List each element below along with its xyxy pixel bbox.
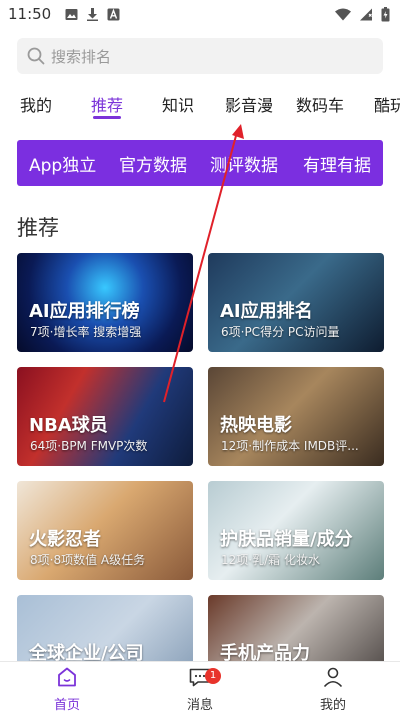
card-title: 热映电影: [220, 415, 292, 436]
status-notification-icons: [65, 7, 120, 21]
status-bar: 11:50: [0, 0, 400, 28]
search-placeholder: 搜索排名: [51, 47, 112, 66]
chip-review-data[interactable]: 测评数据: [210, 151, 278, 176]
download-icon: [87, 7, 99, 21]
card-hot-movies[interactable]: 热映电影 12项·制作成本 IMDB评...: [208, 367, 384, 466]
card-subtitle: 7项·增长率 搜索增强: [30, 325, 142, 339]
status-time: 11:50: [8, 5, 52, 23]
search-bar[interactable]: 搜索排名: [17, 38, 383, 74]
nav-messages[interactable]: 1 消息: [160, 666, 240, 711]
tab-recommend[interactable]: 推荐: [91, 92, 123, 116]
nav-label: 消息: [186, 698, 213, 711]
tab-media[interactable]: 影音漫: [225, 92, 273, 116]
unread-badge: 1: [205, 668, 221, 684]
section-title: 推荐: [17, 216, 59, 240]
bottom-navigation: 首页 1 消息 我的: [0, 661, 400, 711]
feature-chip-bar: App独立 官方数据 测评数据 有理有据: [17, 140, 383, 186]
battery-icon: [381, 6, 390, 21]
chip-official-data[interactable]: 官方数据: [119, 151, 187, 176]
nav-label: 我的: [319, 698, 346, 711]
a-icon: [107, 8, 120, 20]
card-subtitle: 64项·BPM FMVP次数: [30, 439, 148, 453]
card-title: NBA球员: [29, 415, 108, 436]
card-subtitle: 6项·PC得分 PC访问量: [221, 325, 340, 339]
card-title: 护肤品销量/成分: [220, 529, 353, 550]
card-subtitle: 8项·8项数值 A级任务: [30, 553, 146, 567]
tab-mine[interactable]: 我的: [20, 92, 52, 116]
card-subtitle: 12项·乳/霜 化妆水: [221, 553, 320, 567]
image-icon: [65, 8, 78, 20]
wifi-icon: [335, 8, 351, 20]
profile-icon: [323, 667, 343, 688]
active-tab-indicator: [93, 116, 121, 119]
card-skincare[interactable]: 护肤品销量/成分 12项·乳/霜 化妆水: [208, 481, 384, 580]
chip-app-independent[interactable]: App独立: [29, 151, 96, 176]
chip-well-grounded[interactable]: 有理有据: [303, 151, 371, 176]
card-ai-app-ranking[interactable]: AI应用排名 6项·PC得分 PC访问量: [208, 253, 384, 352]
card-title: 火影忍者: [29, 529, 101, 550]
card-title: AI应用排行榜: [29, 301, 140, 322]
tab-cool-play[interactable]: 酷玩: [374, 92, 400, 116]
search-icon: [27, 47, 45, 65]
card-subtitle: 12项·制作成本 IMDB评...: [221, 439, 359, 453]
card-nba-players[interactable]: NBA球员 64项·BPM FMVP次数: [17, 367, 193, 466]
category-tabs: 我的 推荐 知识 影音漫 数码车 酷玩: [0, 88, 400, 124]
status-system-icons: [335, 6, 390, 22]
signal-icon: [360, 8, 372, 20]
tab-knowledge[interactable]: 知识: [162, 92, 194, 116]
nav-label: 首页: [53, 698, 80, 711]
card-naruto[interactable]: 火影忍者 8项·8项数值 A级任务: [17, 481, 193, 580]
card-title: AI应用排名: [220, 301, 313, 322]
card-ai-app-ranking-list[interactable]: AI应用排行榜 7项·增长率 搜索增强: [17, 253, 193, 352]
tab-digital-car[interactable]: 数码车: [296, 92, 344, 116]
nav-home[interactable]: 首页: [27, 666, 107, 711]
nav-profile[interactable]: 我的: [293, 666, 373, 711]
home-icon: [58, 667, 76, 687]
